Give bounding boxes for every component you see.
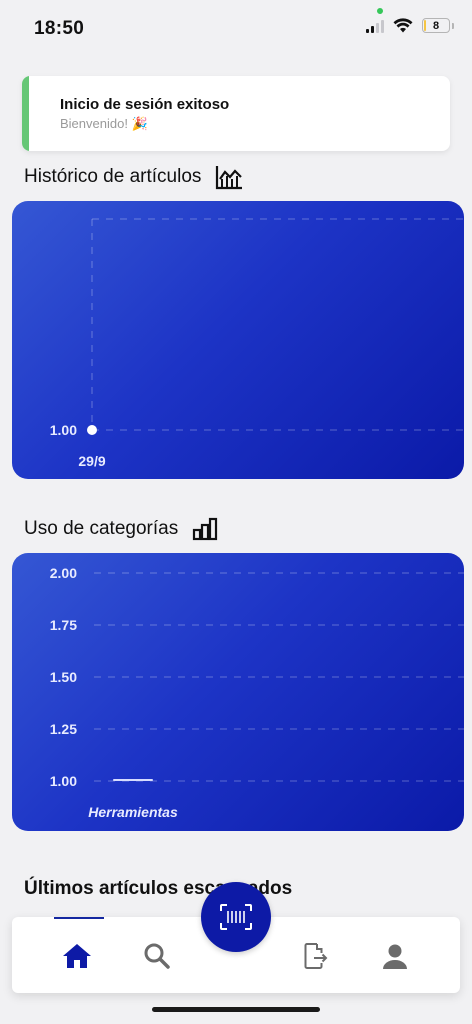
user-icon [383, 944, 407, 969]
status-bar: 18:50 8 [0, 0, 472, 60]
history-section-header: Histórico de artículos [24, 164, 243, 190]
y-tick-label: 1.50 [50, 669, 77, 685]
cellular-signal-icon [366, 19, 384, 33]
history-chart: 1.00 29/9 [12, 201, 464, 479]
bar-chart-icon [193, 517, 218, 541]
y-tick-label: 2.00 [50, 565, 77, 581]
search-icon [144, 943, 170, 969]
bar [113, 779, 153, 781]
y-tick-label: 1.00 [50, 422, 77, 438]
categories-section-header: Uso de categorías [24, 517, 218, 541]
scan-fab-button[interactable] [201, 882, 271, 952]
y-tick-label: 1.75 [50, 617, 77, 633]
wifi-icon [393, 18, 413, 33]
nav-home-button[interactable] [62, 941, 92, 971]
x-tick-label: Herramientas [88, 804, 178, 820]
privacy-indicator [377, 8, 383, 14]
toast-subtitle: Bienvenido! 🎉 [60, 116, 148, 131]
battery-level: 8 [432, 19, 440, 32]
home-icon [63, 944, 91, 968]
data-point [87, 425, 97, 435]
battery-icon: 8 [422, 18, 450, 33]
y-tick-label: 1.25 [50, 721, 77, 737]
categories-section-title: Uso de categorías [24, 518, 179, 539]
active-tab-indicator [54, 917, 104, 919]
x-tick-label: 29/9 [78, 453, 105, 469]
line-chart-icon [216, 166, 243, 190]
toast-success-bar [22, 76, 29, 151]
barcode-scan-icon [220, 904, 252, 930]
status-time: 18:50 [34, 18, 85, 39]
file-export-icon [304, 943, 328, 969]
y-tick-label: 1.00 [50, 773, 77, 789]
nav-export-button[interactable] [301, 941, 331, 971]
home-indicator [152, 1007, 320, 1012]
login-success-toast[interactable]: Inicio de sesión exitoso Bienvenido! 🎉 [22, 76, 450, 151]
nav-profile-button[interactable] [380, 941, 410, 971]
nav-search-button[interactable] [142, 941, 172, 971]
history-section-title: Histórico de artículos [24, 166, 202, 187]
toast-title: Inicio de sesión exitoso [60, 96, 230, 113]
categories-chart: 2.00 1.75 1.50 1.25 1.00 Herramientas [12, 553, 464, 831]
